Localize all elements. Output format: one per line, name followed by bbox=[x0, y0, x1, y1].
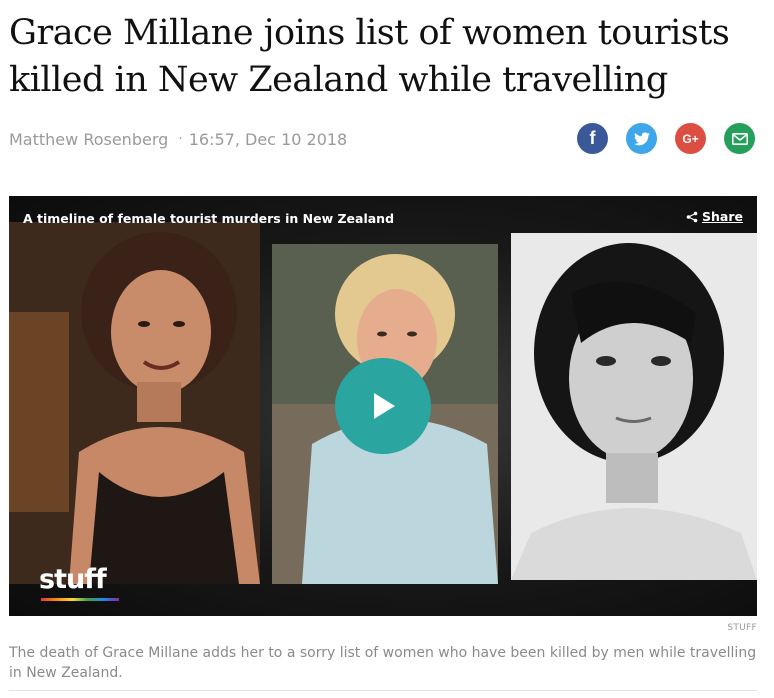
publish-timestamp: 16:57, Dec 10 2018 bbox=[188, 129, 348, 149]
email-share-button[interactable] bbox=[724, 123, 755, 154]
video-player[interactable]: A timeline of female tourist murders in … bbox=[9, 196, 757, 616]
share-icon bbox=[686, 211, 698, 222]
envelope-icon bbox=[731, 132, 748, 145]
portrait-illustration bbox=[511, 233, 757, 580]
stuff-logo: stuff bbox=[39, 564, 119, 601]
video-photo-woman-left bbox=[9, 222, 260, 584]
author-name[interactable]: Matthew Rosenberg bbox=[9, 130, 168, 149]
twitter-share-button[interactable] bbox=[626, 123, 657, 154]
video-share-label: Share bbox=[702, 209, 743, 224]
portrait-illustration bbox=[9, 222, 260, 584]
video-share-link[interactable]: Share bbox=[686, 209, 743, 224]
play-icon bbox=[374, 393, 395, 419]
video-caption: The death of Grace Millane adds her to a… bbox=[9, 645, 757, 681]
byline-separator: · bbox=[178, 131, 183, 147]
video-photo-woman-right bbox=[511, 233, 757, 580]
video-title: A timeline of female tourist murders in … bbox=[23, 211, 395, 226]
article-headline: Grace Millane joins list of women touris… bbox=[9, 13, 730, 100]
facebook-share-button[interactable]: f bbox=[577, 123, 608, 154]
facebook-icon: f bbox=[589, 128, 596, 148]
social-share-bar: f G+ bbox=[577, 123, 755, 154]
video-play-button[interactable] bbox=[335, 358, 431, 454]
twitter-icon bbox=[633, 131, 650, 145]
google-plus-share-button[interactable]: G+ bbox=[675, 123, 706, 154]
divider bbox=[9, 690, 757, 691]
media-credit: STUFF bbox=[727, 623, 757, 633]
stuff-logo-rainbow-bar bbox=[41, 598, 119, 601]
google-plus-icon: G+ bbox=[682, 131, 699, 146]
byline: Matthew Rosenberg · 16:57, Dec 10 2018 bbox=[9, 127, 347, 151]
stuff-logo-text: stuff bbox=[39, 564, 107, 595]
